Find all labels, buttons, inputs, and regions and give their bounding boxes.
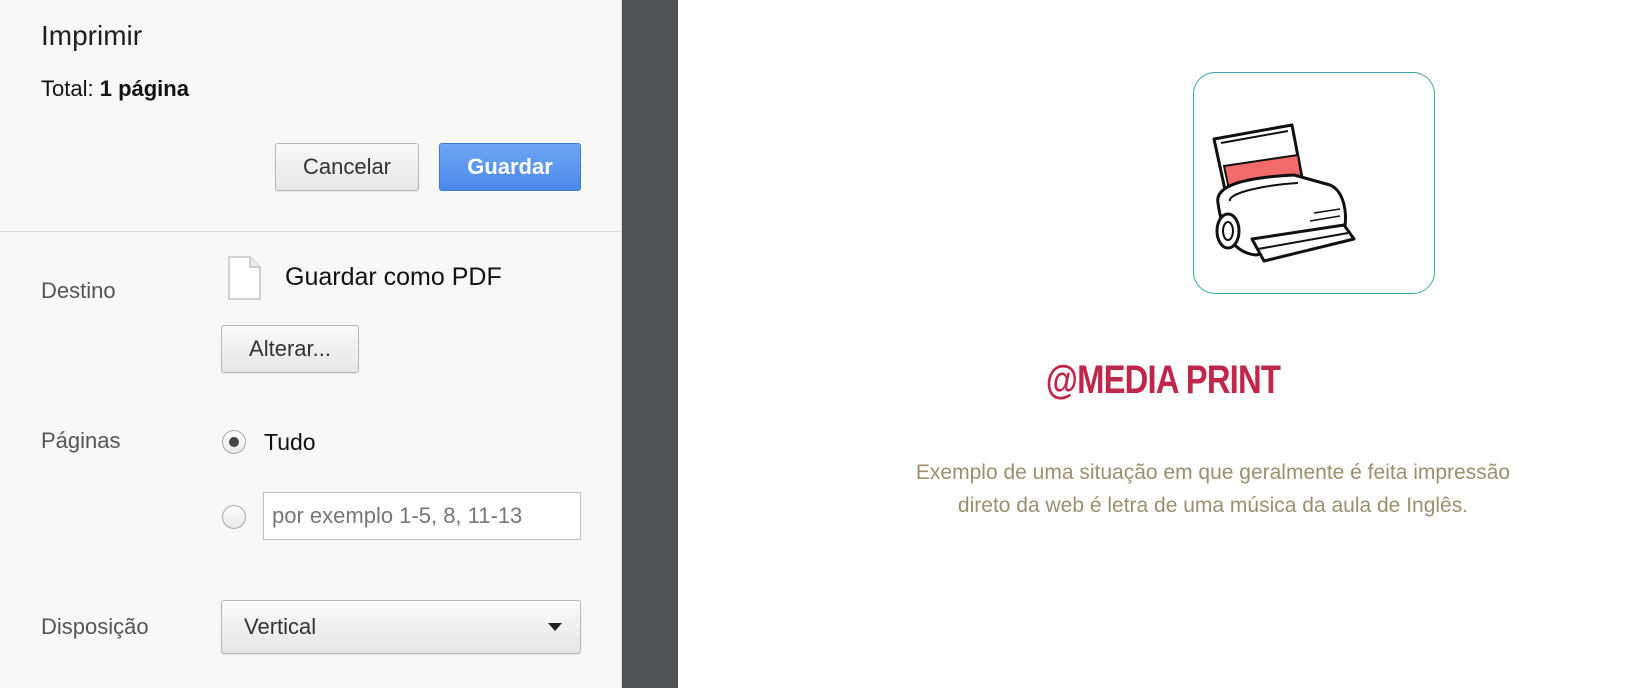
change-destination-button[interactable]: Alterar...: [221, 325, 359, 373]
print-preview-page: @MEDIA PRINT Exemplo de uma situação em …: [678, 0, 1648, 688]
pages-all-radio[interactable]: [222, 430, 246, 454]
preview-heading: @MEDIA PRINT: [1045, 358, 1281, 402]
preview-gutter: [622, 0, 678, 688]
total-label: Total:: [41, 76, 94, 101]
save-button[interactable]: Guardar: [439, 143, 581, 191]
printer-icon: [1212, 123, 1356, 263]
cancel-button[interactable]: Cancelar: [275, 143, 419, 191]
pages-custom-radio[interactable]: [222, 505, 246, 529]
print-dialog-title: Imprimir: [41, 20, 143, 51]
layout-label: Disposição: [41, 614, 149, 639]
print-settings-panel: Imprimir Total: 1 página Cancelar Guarda…: [0, 0, 622, 688]
layout-selected-value: Vertical: [244, 614, 317, 639]
chevron-down-icon: [548, 623, 562, 631]
pages-label: Páginas: [41, 428, 121, 453]
total-value: 1 página: [99, 76, 189, 101]
pages-all-label[interactable]: Tudo: [264, 429, 316, 456]
document-icon: [228, 256, 261, 300]
destination-label: Destino: [41, 278, 116, 303]
divider: [0, 231, 621, 232]
total-pages: Total: 1 página: [41, 76, 189, 102]
preview-description: Exemplo de uma situação em que geralment…: [915, 461, 1511, 517]
layout-select[interactable]: Vertical: [221, 600, 581, 654]
destination-value: Guardar como PDF: [285, 263, 502, 291]
page-range-input[interactable]: [263, 492, 581, 540]
printer-illustration: [1193, 72, 1435, 294]
